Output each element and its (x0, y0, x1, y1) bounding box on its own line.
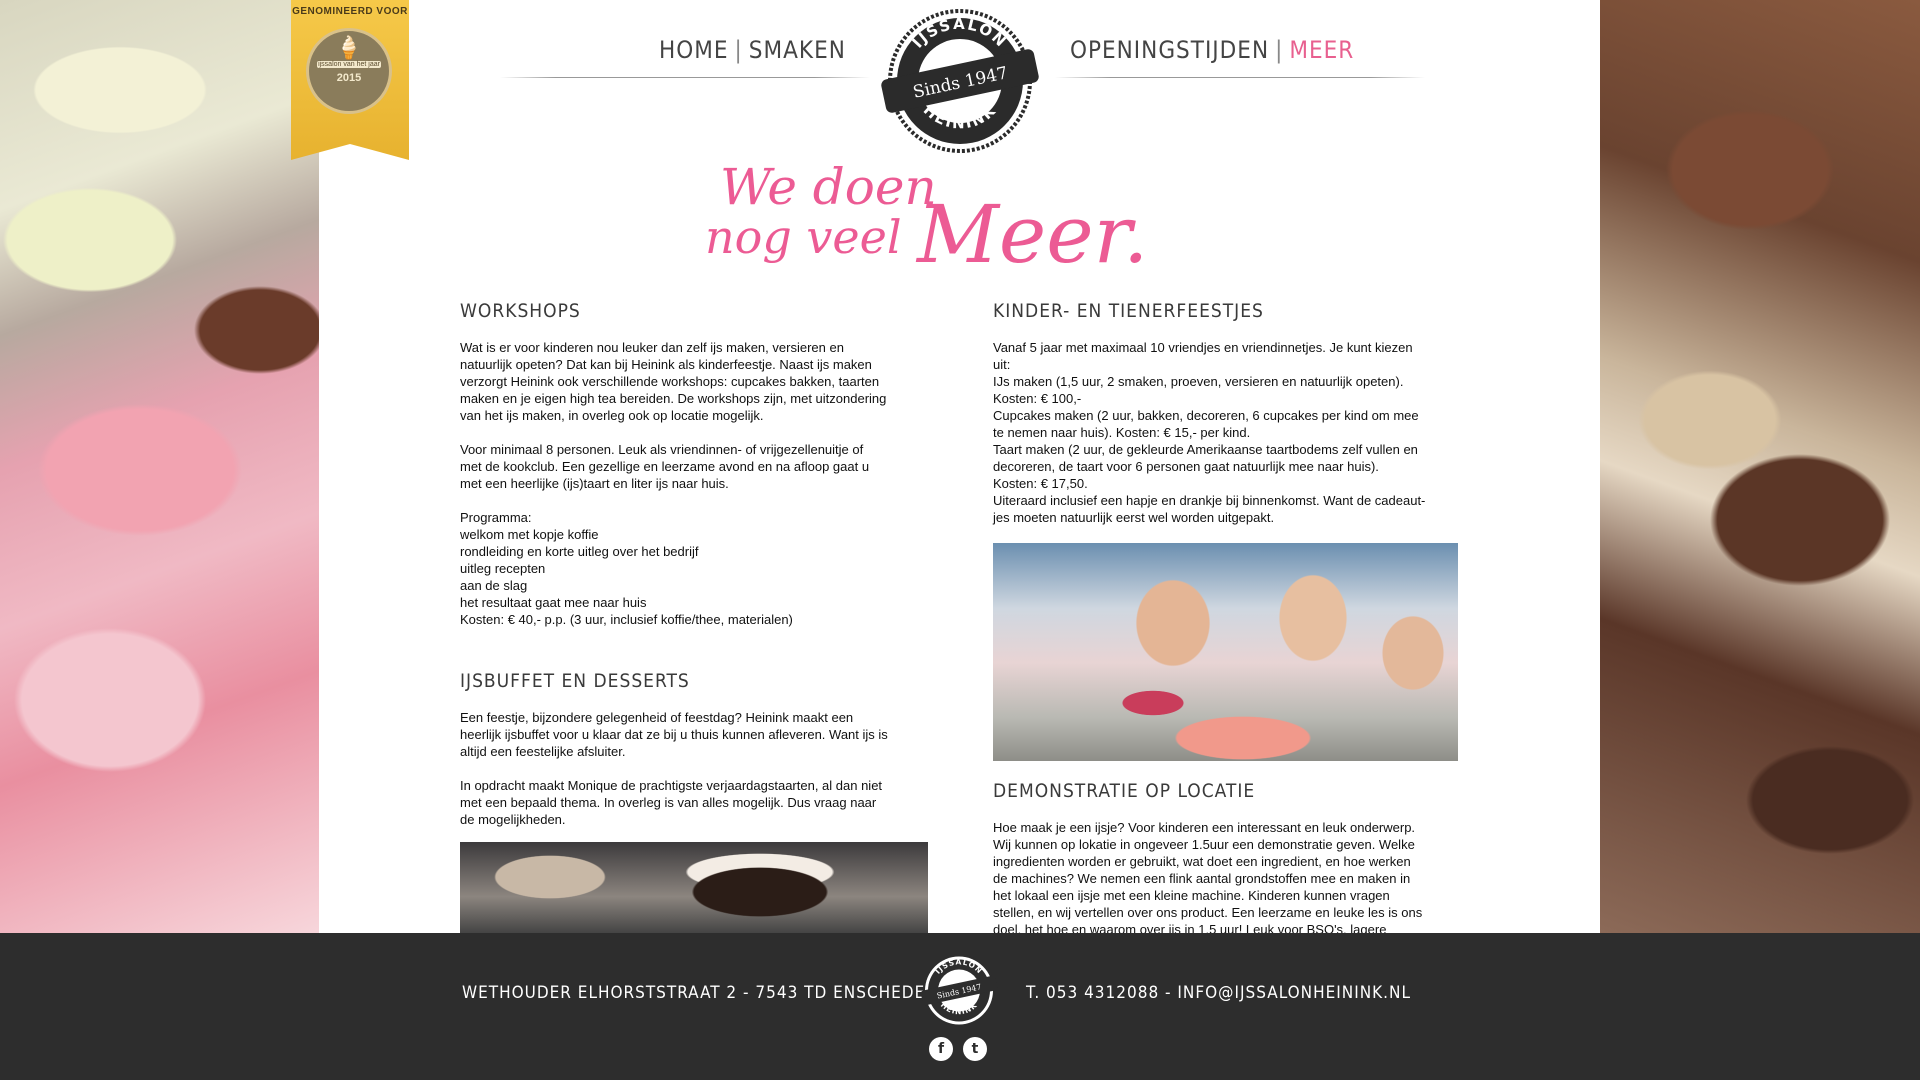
demonstratie-paragraph-1: Hoe maak je een ijsje? Voor kinderen een… (993, 820, 1423, 933)
kids-workshop-photo (993, 543, 1458, 761)
background-photo-right (1600, 0, 1920, 933)
nav-underline-right (1055, 77, 1425, 78)
workshops-paragraph-2: Voor minimaal 8 personen. Leuk als vrien… (460, 442, 870, 491)
footer: WETHOUDER ELHORSTSTRAAT 2 - 7543 TD ENSC… (0, 933, 1920, 1080)
nav-separator: | (734, 36, 743, 64)
section-ijsbuffet: IJSBUFFET EN DESSERTS Een feestje, bijzo… (460, 670, 930, 828)
section-title: WORKSHOPS (460, 300, 581, 322)
nav-left: HOME | SMAKEN (659, 36, 846, 64)
nav-underline-left (500, 77, 870, 78)
headline-line-1: We doen (720, 158, 937, 216)
footer-logo[interactable]: IJSSALON HEININK Sinds 1947 (919, 953, 999, 1028)
nav-openingstijden[interactable]: OPENINGSTIJDEN (1070, 36, 1269, 64)
footer-address: WETHOUDER ELHORSTSTRAAT 2 - 7543 TD ENSC… (462, 983, 926, 1003)
headline-line-3: Meer. (917, 188, 1149, 281)
nav-right: OPENINGSTIJDEN | MEER (1070, 36, 1354, 64)
footer-contact[interactable]: T. 053 4312088 - INFO@IJSSALONHEININK.NL (1026, 983, 1411, 1003)
section-kinderfeestjes: KINDER- EN TIENERFEESTJES Vanaf 5 jaar m… (993, 300, 1463, 526)
ijssalon-logo[interactable]: IJSSALON HEININK Sinds 1947 (880, 6, 1040, 156)
workshops-paragraph-1: Wat is er voor kinderen nou leuker dan z… (460, 340, 887, 423)
facebook-icon[interactable]: f (929, 1037, 953, 1061)
section-title: KINDER- EN TIENERFEESTJES (993, 300, 1264, 322)
page-headline: We doen nog veel Meer. (705, 158, 1148, 281)
twitter-icon[interactable]: t (963, 1037, 987, 1061)
section-title: IJSBUFFET EN DESSERTS (460, 670, 690, 692)
award-badge: 🍦 ijssalon van het jaar 2015 (306, 28, 392, 114)
nav-home[interactable]: HOME (659, 36, 729, 64)
award-subtitle: ijssalon van het jaar (317, 61, 381, 68)
section-title: DEMONSTRATIE OP LOCATIE (993, 780, 1256, 802)
workshops-paragraph-3: Programma: welkom met kopje koffie rondl… (460, 510, 793, 627)
nomination-ribbon: GENOMINEERD VOOR 🍦 ijssalon van het jaar… (291, 0, 409, 160)
nav-separator: | (1275, 36, 1284, 64)
nav-smaken[interactable]: SMAKEN (749, 36, 846, 64)
background-photo-left (0, 0, 320, 933)
section-workshops: WORKSHOPS Wat is er voor kinderen nou le… (460, 300, 930, 628)
headline-line-2: nog veel (705, 210, 902, 264)
ice-cream-icon: 🍦 (335, 35, 363, 60)
ribbon-text: GENOMINEERD VOOR (292, 6, 408, 17)
section-demonstratie: DEMONSTRATIE OP LOCATIE Hoe maak je een … (993, 780, 1463, 933)
ijsbuffet-paragraph-2: In opdracht maakt Monique de prachtigste… (460, 778, 883, 827)
kinder-paragraph-1: Vanaf 5 jaar met maximaal 10 vriendjes e… (993, 340, 1426, 525)
cake-photo (460, 842, 928, 933)
ijsbuffet-paragraph-1: Een feestje, bijzondere gelegenheid of f… (460, 710, 888, 759)
nav-meer[interactable]: MEER (1289, 36, 1354, 64)
award-year: 2015 (336, 72, 362, 84)
